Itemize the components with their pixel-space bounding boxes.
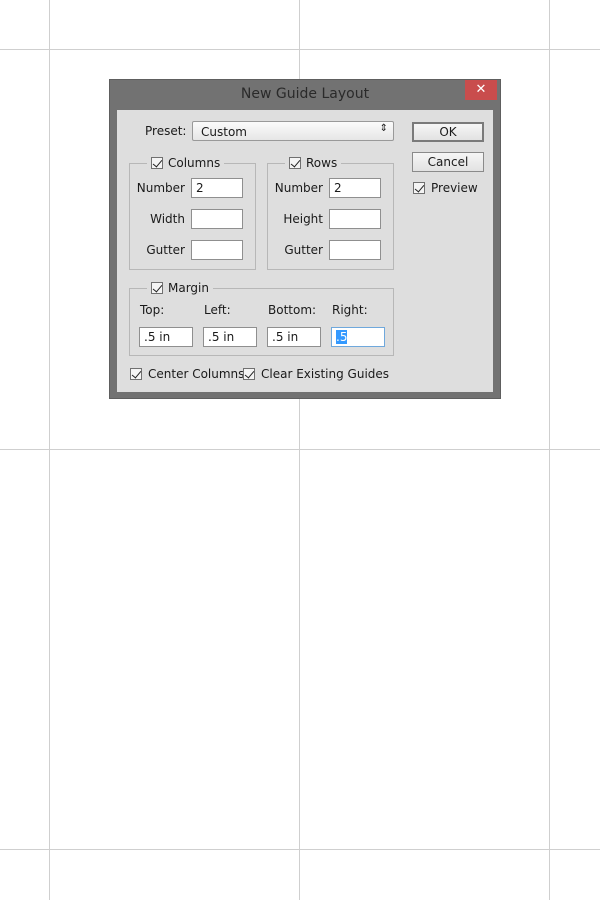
margin-left-input[interactable]: .5 in [203, 327, 257, 347]
columns-label: Columns [168, 156, 221, 170]
margin-legend: Margin [147, 281, 213, 295]
columns-number-input[interactable]: 2 [191, 178, 243, 198]
guide-line [549, 0, 550, 900]
columns-number-label: Number [136, 181, 185, 195]
rows-number-input[interactable]: 2 [329, 178, 381, 198]
rows-height-input[interactable] [329, 209, 381, 229]
center-columns-label: Center Columns [148, 367, 245, 381]
margin-checkbox[interactable] [151, 282, 163, 294]
clear-existing-guides-label: Clear Existing Guides [261, 367, 390, 381]
columns-width-label: Width [150, 212, 185, 226]
selected-text: .5 [336, 330, 348, 344]
center-columns-checkbox[interactable] [130, 368, 142, 380]
columns-checkbox[interactable] [151, 157, 163, 169]
clear-existing-guides-checkbox[interactable] [243, 368, 255, 380]
margin-right-input[interactable]: .5 [331, 327, 385, 347]
cancel-button[interactable]: Cancel [412, 152, 484, 172]
ok-button[interactable]: OK [412, 122, 484, 142]
dialog-title: New Guide Layout [240, 86, 370, 102]
columns-gutter-input[interactable] [191, 240, 243, 260]
margin-bottom-input[interactable]: .5 in [267, 327, 321, 347]
guide-line [0, 849, 600, 850]
margin-bottom-label: Bottom: [268, 303, 317, 317]
margin-left-label: Left: [204, 303, 231, 317]
columns-width-input[interactable] [191, 209, 243, 229]
updown-arrows-icon: ⇕ [379, 123, 388, 134]
rows-label: Rows [306, 156, 338, 170]
rows-gutter-input[interactable] [329, 240, 381, 260]
columns-gutter-label: Gutter [146, 243, 185, 257]
rows-height-label: Height [283, 212, 323, 226]
rows-number-label: Number [274, 181, 323, 195]
dialog-body: Preset: Custom ⇕ OK Cancel Preview Colum… [117, 110, 493, 392]
margin-label: Margin [168, 281, 209, 295]
preset-select[interactable]: Custom ⇕ [192, 121, 394, 141]
guide-line [0, 49, 600, 50]
margin-top-input[interactable]: .5 in [139, 327, 193, 347]
columns-legend: Columns [147, 156, 225, 170]
preset-label: Preset: [145, 124, 187, 138]
guide-line [49, 0, 50, 900]
preview-checkbox[interactable] [413, 182, 425, 194]
rows-legend: Rows [285, 156, 342, 170]
guide-line [0, 449, 600, 450]
margin-top-label: Top: [140, 303, 165, 317]
rows-gutter-label: Gutter [284, 243, 323, 257]
preview-label: Preview [431, 181, 478, 195]
close-button[interactable]: ✕ [465, 80, 497, 100]
new-guide-layout-dialog: New Guide Layout ✕ Preset: Custom ⇕ OK C… [109, 79, 501, 399]
margin-right-label: Right: [332, 303, 368, 317]
preset-value: Custom [201, 125, 247, 139]
rows-checkbox[interactable] [289, 157, 301, 169]
